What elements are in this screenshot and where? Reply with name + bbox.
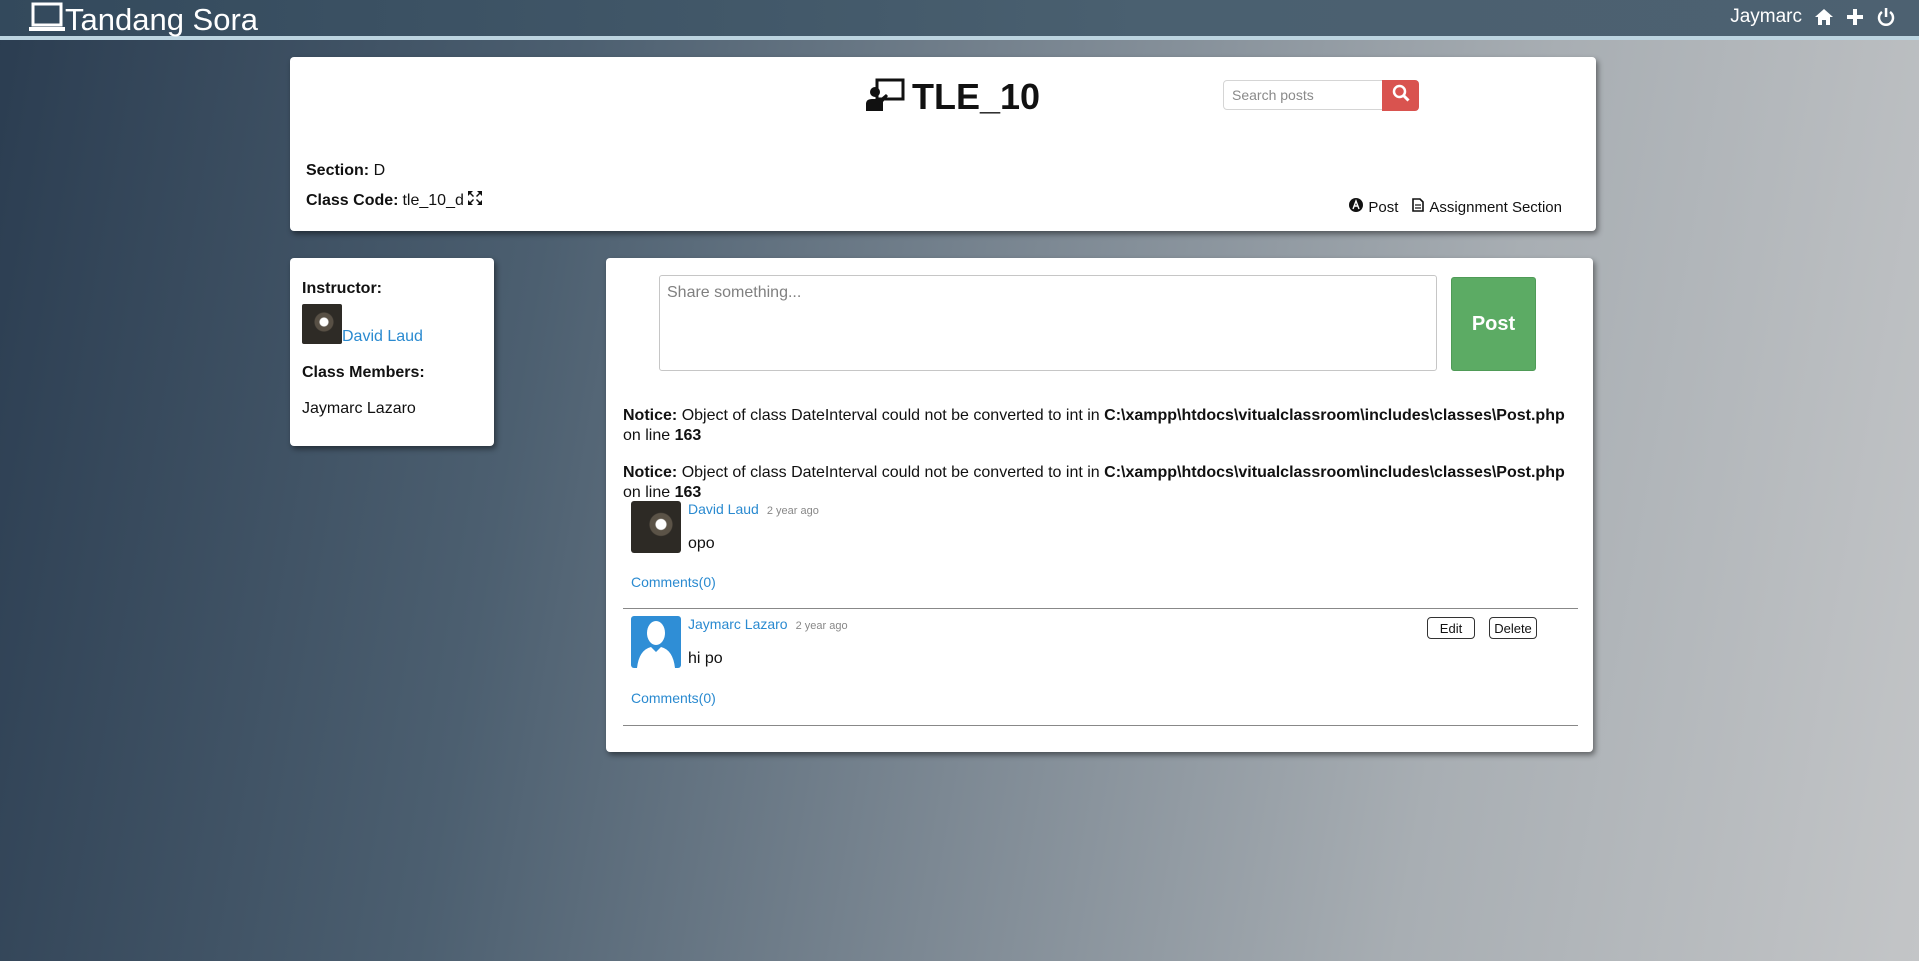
notice-line: 163 — [674, 427, 702, 444]
instructor-label: Instructor: — [302, 280, 382, 297]
instructor-avatar[interactable] — [302, 304, 342, 344]
notice-suffix: on line — [623, 427, 671, 444]
assignment-section-label: Assignment Section — [1429, 198, 1562, 216]
class-title-text: TLE_10 — [912, 76, 1041, 117]
brand-link[interactable]: Tandang Sora — [29, 1, 258, 38]
search-icon — [1392, 84, 1410, 107]
post-icon — [1349, 198, 1364, 216]
user-name-link[interactable]: Jaymarc — [1730, 6, 1802, 28]
share-something-input[interactable] — [659, 275, 1437, 371]
notice-path: C:\xampp\htdocs\vitualclassroom\includes… — [1104, 464, 1565, 481]
section-label: Section: — [306, 162, 370, 179]
notice-label: Notice: — [623, 407, 678, 424]
section-info: Section: D — [306, 161, 385, 181]
class-code-label: Class Code: — [306, 192, 399, 209]
comments-link[interactable]: Comments(0) — [631, 574, 716, 590]
class-header-card: TLE_10 Section: D Class Code: tle_10_d P… — [290, 57, 1596, 231]
post-author-avatar[interactable] — [631, 501, 681, 553]
post-feed-card: Post Notice: Object of class DateInterva… — [606, 258, 1593, 752]
post-item: David Laud 2 year ago opo Comments(0) — [623, 499, 1578, 609]
class-info-card: Instructor: David Laud Class Members: Ja… — [290, 258, 494, 446]
post-author-row: David Laud 2 year ago — [688, 501, 819, 517]
expand-icon[interactable] — [467, 191, 482, 211]
post-author-link[interactable]: Jaymarc Lazaro — [688, 616, 788, 632]
post-divider — [623, 608, 1578, 609]
assignment-section-link[interactable]: Assignment Section — [1412, 198, 1562, 216]
teacher-board-icon — [866, 78, 906, 117]
delete-button[interactable]: Delete — [1489, 617, 1537, 639]
post-body: hi po — [688, 650, 723, 667]
notice-text: Object of class DateInterval could not b… — [681, 407, 1100, 424]
post-author-link[interactable]: David Laud — [688, 501, 759, 517]
class-member[interactable]: Jaymarc Lazaro — [302, 400, 416, 418]
post-body: opo — [688, 535, 715, 552]
post-divider — [623, 725, 1578, 726]
post-button[interactable]: Post — [1451, 277, 1536, 371]
post-time: 2 year ago — [766, 505, 819, 517]
php-notice: Notice: Object of class DateInterval cou… — [623, 406, 1578, 446]
class-members-label: Class Members: — [302, 364, 425, 381]
instructor-name-link[interactable]: David Laud — [342, 328, 423, 346]
class-title: TLE_10 — [866, 77, 1040, 117]
php-notice: Notice: Object of class DateInterval cou… — [623, 463, 1578, 503]
search-input[interactable] — [1223, 80, 1383, 110]
post-link[interactable]: Post — [1349, 198, 1398, 216]
class-code-info: Class Code: tle_10_d — [306, 191, 482, 211]
notice-text: Object of class DateInterval could not b… — [681, 464, 1100, 481]
edit-button[interactable]: Edit — [1427, 617, 1475, 639]
class-code-value: tle_10_d — [402, 192, 464, 209]
notice-path: C:\xampp\htdocs\vitualclassroom\includes… — [1104, 407, 1565, 424]
section-value: D — [373, 162, 386, 179]
plus-icon[interactable] — [1844, 6, 1866, 28]
document-icon — [1412, 198, 1425, 216]
home-icon[interactable] — [1813, 6, 1835, 28]
laptop-icon — [29, 1, 65, 38]
top-navbar: Tandang Sora Jaymarc — [0, 0, 1919, 40]
brand-name: Tandang Sora — [65, 1, 259, 37]
post-item: Jaymarc Lazaro 2 year ago hi po Comments(… — [623, 616, 1578, 726]
instructor-row: David Laud — [302, 304, 423, 346]
search-button[interactable] — [1382, 80, 1419, 111]
post-author-avatar[interactable] — [631, 616, 681, 668]
post-author-row: Jaymarc Lazaro 2 year ago — [688, 616, 848, 632]
comments-link[interactable]: Comments(0) — [631, 690, 716, 706]
notice-label: Notice: — [623, 464, 678, 481]
post-time: 2 year ago — [795, 620, 848, 632]
power-icon[interactable] — [1875, 6, 1897, 28]
post-link-label: Post — [1368, 198, 1399, 216]
